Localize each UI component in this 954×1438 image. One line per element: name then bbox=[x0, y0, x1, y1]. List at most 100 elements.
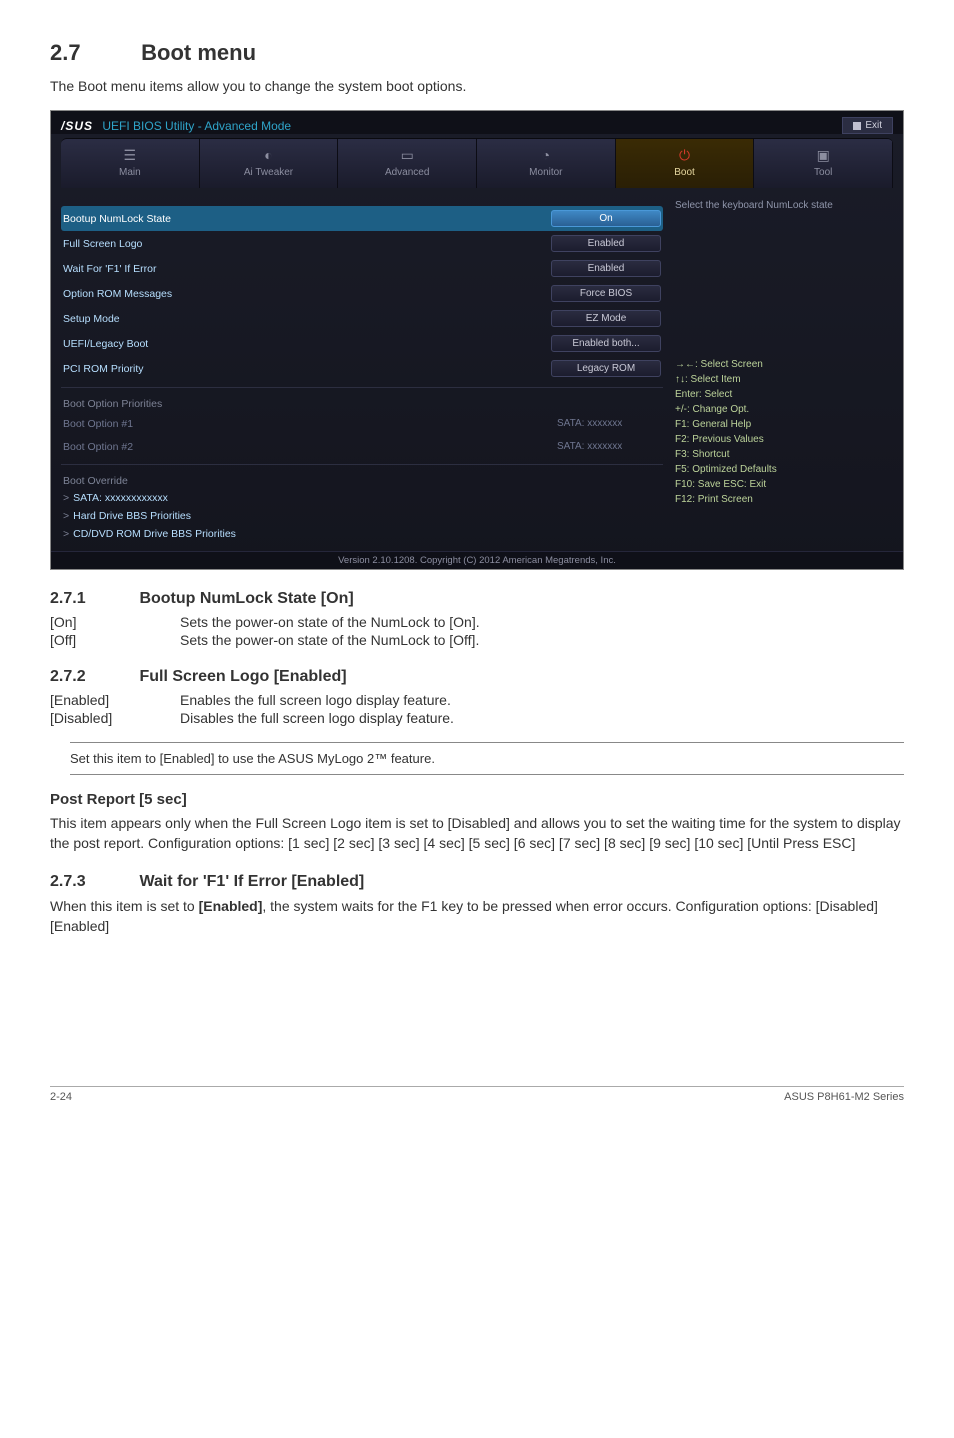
row-numlock-label: Bootup NumLock State bbox=[63, 213, 551, 225]
help-keys: →←: Select Screen ↑↓: Select Item Enter:… bbox=[673, 355, 893, 509]
body-bold: [Enabled] bbox=[199, 898, 263, 914]
section-heading: 2.7 Boot menu bbox=[50, 40, 904, 66]
key-hint: F2: Previous Values bbox=[675, 432, 891, 447]
row-logo-value[interactable]: Enabled bbox=[551, 235, 661, 252]
tab-boot[interactable]: ⏻ Boot bbox=[616, 139, 755, 188]
option-row: [On] Sets the power-on state of the NumL… bbox=[50, 614, 904, 630]
subsection-title: Full Screen Logo [Enabled] bbox=[139, 668, 346, 685]
row-setup-value[interactable]: EZ Mode bbox=[551, 310, 661, 327]
key-hint: F10: Save ESC: Exit bbox=[675, 477, 891, 492]
row-bo1-value[interactable]: SATA: xxxxxxx bbox=[551, 416, 661, 431]
option-key: [On] bbox=[50, 614, 180, 630]
override-hdd-bbs[interactable]: > Hard Drive BBS Priorities bbox=[61, 507, 663, 525]
row-bo1-label: Boot Option #1 bbox=[63, 418, 551, 430]
tab-monitor[interactable]: ◔ Monitor bbox=[477, 139, 616, 188]
row-boot-option-1[interactable]: Boot Option #1 SATA: xxxxxxx bbox=[61, 412, 663, 435]
bios-window: /SUS UEFI BIOS Utility - Advanced Mode E… bbox=[50, 110, 904, 570]
tab-ai-label: Ai Tweaker bbox=[244, 167, 293, 178]
option-key: [Off] bbox=[50, 632, 180, 648]
tab-advanced-label: Advanced bbox=[385, 167, 429, 178]
tab-main[interactable]: ☰Main bbox=[61, 139, 200, 188]
section-number: 2.7 bbox=[50, 40, 135, 66]
option-row: [Disabled] Disables the full screen logo… bbox=[50, 710, 904, 726]
subsection-number: 2.7.1 bbox=[50, 590, 135, 608]
subsection-number: 2.7.2 bbox=[50, 668, 135, 686]
row-f1-value[interactable]: Enabled bbox=[551, 260, 661, 277]
option-desc: Disables the full screen logo display fe… bbox=[180, 710, 904, 726]
section-title-text: Boot menu bbox=[141, 40, 256, 65]
subsection-title: Wait for 'F1' If Error [Enabled] bbox=[139, 873, 364, 890]
note-text: Set this item to [Enabled] to use the AS… bbox=[70, 742, 904, 775]
row-uefi[interactable]: UEFI/Legacy Boot Enabled both... bbox=[61, 331, 663, 356]
override-cddvd-bbs[interactable]: > CD/DVD ROM Drive BBS Priorities bbox=[61, 525, 663, 543]
row-setup[interactable]: Setup Mode EZ Mode bbox=[61, 306, 663, 331]
option-key: [Disabled] bbox=[50, 710, 180, 726]
help-description: Select the keyboard NumLock state bbox=[673, 196, 893, 235]
row-numlock-value[interactable]: On bbox=[551, 210, 661, 227]
override-cddvd-label: CD/DVD ROM Drive BBS Priorities bbox=[73, 528, 236, 540]
option-key: [Enabled] bbox=[50, 692, 180, 708]
list-icon: ☰ bbox=[65, 147, 195, 163]
row-boot-option-2[interactable]: Boot Option #2 SATA: xxxxxxx bbox=[61, 435, 663, 458]
row-f1-label: Wait For 'F1' If Error bbox=[63, 263, 551, 275]
bios-title-text: UEFI BIOS Utility - Advanced Mode bbox=[102, 119, 291, 133]
key-hint: Enter: Select bbox=[675, 387, 891, 402]
body-part1: When this item is set to bbox=[50, 898, 199, 914]
row-logo-label: Full Screen Logo bbox=[63, 238, 551, 250]
subsection-title: Bootup NumLock State [On] bbox=[139, 590, 353, 607]
row-uefi-value[interactable]: Enabled both... bbox=[551, 335, 661, 352]
override-sata[interactable]: > SATA: xxxxxxxxxxxx bbox=[61, 489, 663, 507]
tuner-icon: ◐ bbox=[204, 147, 334, 163]
row-uefi-label: UEFI/Legacy Boot bbox=[63, 338, 551, 350]
option-desc: Sets the power-on state of the NumLock t… bbox=[180, 632, 904, 648]
subsection-273-body: When this item is set to [Enabled], the … bbox=[50, 897, 904, 936]
subsection-272: 2.7.2 Full Screen Logo [Enabled] bbox=[50, 668, 904, 686]
tab-monitor-label: Monitor bbox=[529, 167, 562, 178]
key-hint: F5: Optimized Defaults bbox=[675, 462, 891, 477]
power-icon: ⏻ bbox=[620, 147, 750, 163]
bios-footer: Version 2.10.1208. Copyright (C) 2012 Am… bbox=[51, 551, 903, 569]
note-block: Set this item to [Enabled] to use the AS… bbox=[50, 742, 904, 775]
subsection-number: 2.7.3 bbox=[50, 873, 135, 891]
row-bo2-label: Boot Option #2 bbox=[63, 441, 551, 453]
tab-tool[interactable]: ▣ Tool bbox=[754, 139, 893, 188]
brand-logo: /SUS bbox=[61, 119, 93, 133]
group-boot-priorities: Boot Option Priorities bbox=[61, 387, 663, 412]
row-f1[interactable]: Wait For 'F1' If Error Enabled bbox=[61, 256, 663, 281]
key-hint: F1: General Help bbox=[675, 417, 891, 432]
tab-advanced[interactable]: ▭Advanced bbox=[338, 139, 477, 188]
override-hdd-label: Hard Drive BBS Priorities bbox=[73, 510, 191, 522]
row-oprom-value[interactable]: Force BIOS bbox=[551, 285, 661, 302]
row-numlock[interactable]: Bootup NumLock State On bbox=[61, 206, 663, 231]
post-report-body: This item appears only when the Full Scr… bbox=[50, 814, 904, 853]
row-bo2-value[interactable]: SATA: xxxxxxx bbox=[551, 439, 661, 454]
option-desc: Sets the power-on state of the NumLock t… bbox=[180, 614, 904, 630]
monitor-icon: ◔ bbox=[481, 147, 611, 163]
row-pci[interactable]: PCI ROM Priority Legacy ROM bbox=[61, 356, 663, 381]
chevron-right-icon: > bbox=[63, 528, 69, 540]
bios-nav: ☰Main ◐ Ai Tweaker ▭Advanced ◔ Monitor ⏻ Bo… bbox=[61, 138, 893, 188]
subsection-271: 2.7.1 Bootup NumLock State [On] bbox=[50, 590, 904, 608]
chevron-right-icon: > bbox=[63, 492, 69, 504]
subsection-273: 2.7.3 Wait for 'F1' If Error [Enabled] bbox=[50, 873, 904, 891]
tab-boot-label: Boot bbox=[674, 167, 695, 178]
tool-icon: ▣ bbox=[758, 147, 888, 163]
option-row: [Enabled] Enables the full screen logo d… bbox=[50, 692, 904, 708]
row-oprom-label: Option ROM Messages bbox=[63, 288, 551, 300]
exit-button[interactable]: Exit bbox=[842, 117, 893, 134]
group-boot-override: Boot Override bbox=[61, 464, 663, 489]
key-hint: +/-: Change Opt. bbox=[675, 402, 891, 417]
chevron-right-icon: > bbox=[63, 510, 69, 522]
key-hint: →←: Select Screen bbox=[675, 357, 891, 372]
row-pci-label: PCI ROM Priority bbox=[63, 363, 551, 375]
bios-help-pane: Select the keyboard NumLock state →←: Se… bbox=[673, 196, 893, 543]
section-intro: The Boot menu items allow you to change … bbox=[50, 78, 904, 94]
row-oprom[interactable]: Option ROM Messages Force BIOS bbox=[61, 281, 663, 306]
row-pci-value[interactable]: Legacy ROM bbox=[551, 360, 661, 377]
bios-title: /SUS UEFI BIOS Utility - Advanced Mode bbox=[61, 119, 291, 133]
tab-tool-label: Tool bbox=[814, 167, 832, 178]
override-sata-label: SATA: xxxxxxxxxxxx bbox=[73, 492, 168, 504]
page-number: 2-24 bbox=[50, 1091, 72, 1103]
tab-ai-tweaker[interactable]: ◐ Ai Tweaker bbox=[200, 139, 339, 188]
row-logo[interactable]: Full Screen Logo Enabled bbox=[61, 231, 663, 256]
